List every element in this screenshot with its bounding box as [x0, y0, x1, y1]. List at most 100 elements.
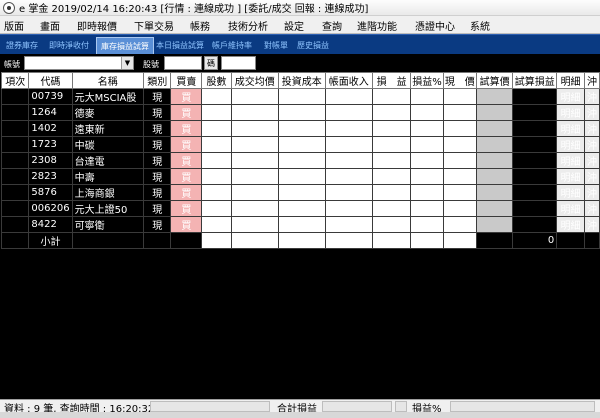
cell-pl: [371, 120, 412, 137]
table-row[interactable]: 2308 台達電現買 明細沖: [0, 152, 600, 169]
offset-button[interactable]: 沖: [583, 168, 600, 185]
cell-name: 中壽: [71, 168, 145, 185]
detail-button[interactable]: 明細: [556, 88, 585, 105]
trial-price-input[interactable]: [475, 88, 514, 105]
tab-maintenance-ratio[interactable]: 帳戶維持率: [212, 40, 252, 51]
cell-price: [442, 104, 477, 121]
cell-shares: [201, 216, 232, 233]
tab-history-pl[interactable]: 歷史損益: [297, 40, 329, 51]
menu-layout[interactable]: 版面: [4, 18, 24, 33]
detail-button[interactable]: 明細: [556, 120, 585, 137]
menu-advanced[interactable]: 進階功能: [357, 18, 397, 33]
trial-price-input[interactable]: [475, 200, 514, 217]
cell-price: [442, 216, 477, 233]
table-row[interactable]: 1264 德麥現買 明細沖: [0, 104, 600, 121]
trial-price-input[interactable]: [475, 184, 514, 201]
table-row[interactable]: 1723 中碳現買 明細沖: [0, 136, 600, 153]
menu-screen[interactable]: 畫面: [40, 18, 60, 33]
cell-book-income: [324, 88, 373, 105]
table-row[interactable]: 8422 可寧衛現買 明細沖: [0, 216, 600, 233]
window-title: e 掌金 2019/02/14 16:20:43 [行情 : 連線成功 ] [委…: [19, 4, 369, 15]
account-select[interactable]: ▼: [24, 56, 134, 70]
col-header-shares[interactable]: 股數: [201, 72, 232, 89]
col-header-index[interactable]: 項次: [0, 72, 30, 89]
tab-stock-inventory[interactable]: 證券庫存: [6, 40, 38, 51]
menu-system[interactable]: 系統: [470, 18, 490, 33]
table-row[interactable]: 2823 中壽現買 明細沖: [0, 168, 600, 185]
trial-price-input[interactable]: [475, 136, 514, 153]
cell-shares: [201, 136, 232, 153]
tab-realtime-net-settlement[interactable]: 即時淨收付: [49, 40, 89, 51]
status-bar: 資料 : 9 筆, 查詢時間 : 16:20:32 合計損益 損益%: [0, 399, 600, 415]
cell-book-income: [324, 168, 373, 185]
col-header-code[interactable]: 代碼: [28, 72, 73, 89]
table-row[interactable]: 006206 元大上證50 現買 明細沖: [0, 200, 600, 217]
stock-code-input[interactable]: [164, 56, 202, 70]
col-header-cost[interactable]: 投資成本: [278, 72, 326, 89]
col-header-trial-pl[interactable]: 試算損益: [512, 72, 558, 89]
trial-price-input[interactable]: [475, 120, 514, 137]
chevron-down-icon[interactable]: ▼: [121, 57, 133, 69]
detail-button[interactable]: 明細: [556, 104, 585, 121]
menu-trading[interactable]: 下單交易: [134, 18, 174, 33]
subtotal-label: 小計: [28, 232, 73, 249]
offset-button[interactable]: 沖: [583, 152, 600, 169]
menu-quotes[interactable]: 即時報價: [77, 18, 117, 33]
menu-settings[interactable]: 設定: [284, 18, 304, 33]
offset-button[interactable]: 沖: [583, 120, 600, 137]
col-header-book-income[interactable]: 帳面收入: [324, 72, 373, 89]
menu-account[interactable]: 帳務: [190, 18, 210, 33]
cell-name: 上海商銀: [71, 184, 145, 201]
col-header-type[interactable]: 類別: [142, 72, 172, 89]
subtotal-row: 小計 0: [0, 232, 600, 249]
trial-price-input[interactable]: [475, 168, 514, 185]
tab-statement[interactable]: 對帳單: [264, 40, 288, 51]
cell-pl-pct: [410, 216, 444, 233]
detail-button[interactable]: 明細: [556, 216, 585, 233]
cell-cost: [278, 184, 326, 201]
detail-button[interactable]: 明細: [556, 152, 585, 169]
cell-pl: [371, 216, 412, 233]
offset-button[interactable]: 沖: [583, 136, 600, 153]
detail-button[interactable]: 明細: [556, 184, 585, 201]
offset-button[interactable]: 沖: [583, 200, 600, 217]
trial-price-input[interactable]: [475, 216, 514, 233]
trial-price-input[interactable]: [475, 152, 514, 169]
offset-button[interactable]: 沖: [583, 88, 600, 105]
col-header-pl[interactable]: 損 益: [371, 72, 412, 89]
table-row[interactable]: 5876 上海商銀現買 明細沖: [0, 184, 600, 201]
offset-button[interactable]: 沖: [583, 104, 600, 121]
table-row[interactable]: 1402 遠東新現買 明細沖: [0, 120, 600, 137]
table-row[interactable]: 00739 元大MSCIA股現買 明細沖: [0, 88, 600, 105]
col-header-offset[interactable]: 沖: [583, 72, 600, 89]
menu-bar: 版面 畫面 即時報價 下單交易 帳務 技術分析 設定 查詢 進階功能 憑證中心 …: [0, 16, 600, 34]
offset-button[interactable]: 沖: [583, 184, 600, 201]
cell-index: [0, 88, 30, 105]
col-header-trial-price[interactable]: 試算價: [475, 72, 514, 89]
trial-price-input[interactable]: [475, 104, 514, 121]
tab-inventory-pl-calc[interactable]: 庫存損益試算: [96, 37, 154, 54]
tab-today-pl-calc[interactable]: 本日損益試算: [156, 40, 204, 51]
menu-technical-analysis[interactable]: 技術分析: [228, 18, 268, 33]
menu-query[interactable]: 查詢: [322, 18, 342, 33]
stock-code-input-2[interactable]: [221, 56, 256, 70]
cell-avg-price: [230, 168, 280, 185]
menu-certificate-center[interactable]: 憑證中心: [415, 18, 455, 33]
col-header-side[interactable]: 買賣: [170, 72, 203, 89]
detail-button[interactable]: 明細: [556, 136, 585, 153]
detail-button[interactable]: 明細: [556, 200, 585, 217]
col-header-price[interactable]: 現 價: [442, 72, 477, 89]
col-header-name[interactable]: 名稱: [71, 72, 145, 89]
cell-trial-pl: [512, 136, 558, 153]
cell-type: 現: [142, 152, 172, 169]
function-tab-bar: 證券庫存 即時淨收付 庫存損益試算 本日損益試算 帳戶維持率 對帳單 歷史損益: [0, 34, 600, 54]
col-header-pl-pct[interactable]: 損益%: [410, 72, 444, 89]
offset-button[interactable]: 沖: [583, 216, 600, 233]
col-header-avg-price[interactable]: 成交均價: [230, 72, 280, 89]
col-header-detail[interactable]: 明細: [556, 72, 585, 89]
detail-button[interactable]: 明細: [556, 168, 585, 185]
cell-type: 現: [142, 200, 172, 217]
cell-blank: [230, 232, 280, 249]
code-lookup-button[interactable]: 碼: [204, 56, 218, 70]
cell-cost: [278, 216, 326, 233]
